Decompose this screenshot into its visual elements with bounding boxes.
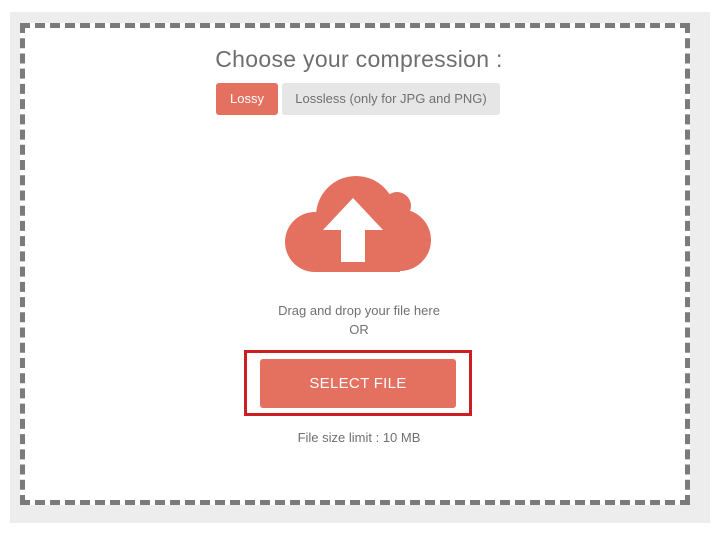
or-separator: OR	[349, 322, 369, 337]
tab-lossy[interactable]: Lossy	[216, 83, 278, 115]
drag-drop-text: Drag and drop your file here	[278, 303, 440, 318]
cloud-upload-icon[interactable]	[282, 170, 432, 282]
compression-title: Choose your compression :	[215, 46, 503, 72]
file-size-limit: File size limit : 10 MB	[297, 430, 421, 445]
tab-lossless[interactable]: Lossless (only for JPG and PNG)	[282, 83, 500, 115]
select-file-button[interactable]: SELECT FILE	[260, 359, 456, 408]
